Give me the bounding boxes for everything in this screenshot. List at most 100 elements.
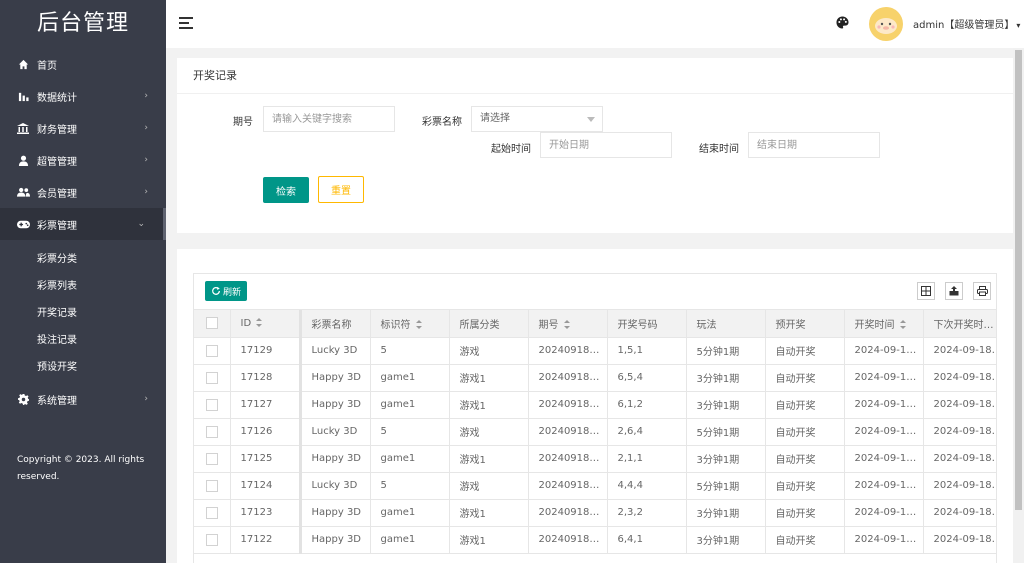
page-scrollbar[interactable] [1013, 48, 1024, 563]
select-all-checkbox[interactable] [205, 317, 218, 330]
chevron-down-icon: ⌄ [137, 219, 145, 229]
export-icon[interactable] [945, 282, 963, 300]
table-cell: 6,1,2 [607, 391, 687, 419]
sidebar-item-home[interactable]: 首页 [0, 48, 166, 80]
row-checkbox[interactable] [205, 398, 218, 411]
row-checkbox-cell [194, 337, 231, 365]
sort-icon[interactable] [415, 320, 423, 330]
copyright-text: Copyright © 2023. All rights reserved. [17, 455, 145, 482]
avatar[interactable] [869, 7, 903, 41]
sidebar-nav: 首页 数据统计 › 财务管理 › 超管管理 › 会员管理 › 彩票管理 ⌄ [0, 48, 166, 240]
sidebar-item-lottery[interactable]: 彩票管理 ⌄ [0, 208, 166, 240]
refresh-button[interactable]: 刷新 [205, 281, 248, 301]
sort-icon[interactable] [563, 320, 571, 330]
sidebar-item-admins[interactable]: 超管管理 › [0, 144, 166, 176]
table-cell: 1,5,1 [607, 337, 687, 365]
table-header-row: ID 彩票名称 标识符 所属分类 期号 开奖号码 玩法 预开奖 开奖时间 下次开… [194, 310, 996, 338]
submenu-item-lottery-list[interactable]: 彩票列表 [0, 271, 166, 298]
chevron-right-icon: › [144, 187, 148, 197]
submenu-item-lottery-category[interactable]: 彩票分类 [0, 244, 166, 271]
search-button[interactable]: 检索 [263, 177, 309, 203]
submenu-item-preset-draw[interactable]: 预设开奖 [0, 352, 166, 379]
sidebar-item-system[interactable]: 系统管理 › [0, 383, 166, 415]
table-row[interactable]: 17126 Lucky 3D 5 游戏 20240918… 2,6,4 5分钟1期 自动开奖 2… [194, 418, 996, 446]
column-header-next-draw-time[interactable]: 下次开奖时… [923, 310, 996, 338]
menu-toggle-icon[interactable] [179, 17, 193, 29]
table-cell: 2024-09-1… [844, 499, 924, 527]
table-row[interactable]: 17128 Happy 3D game1 游戏1 20240918… 6,5,4 3分钟1期… [194, 364, 996, 392]
sidebar-item-label: 超管管理 [37, 156, 77, 168]
table-row[interactable]: 17124 Lucky 3D 5 游戏 20240918… 4,4,4 5分钟1期 自动开奖 2… [194, 472, 996, 500]
submenu-item-draw-records[interactable]: 开奖记录 [0, 298, 166, 325]
row-checkbox[interactable] [205, 425, 218, 438]
sidebar-item-statistics[interactable]: 数据统计 › [0, 80, 166, 112]
row-checkbox[interactable] [205, 344, 218, 357]
period-search-input[interactable] [263, 106, 395, 132]
table-cell: 2024-09-18… [923, 472, 996, 500]
column-header-draw-numbers: 开奖号码 [607, 310, 687, 338]
table-cell: Happy 3D [300, 364, 371, 392]
row-checkbox-cell [194, 526, 231, 554]
table-cell: Happy 3D [300, 391, 371, 419]
table-cell: game1 [370, 445, 450, 473]
table-cell: 自动开奖 [765, 472, 845, 500]
user-menu[interactable]: admin【超级管理员】 ▾ [913, 16, 1020, 31]
table-cell: 20240918… [528, 445, 608, 473]
table-cell: 2024-09-1… [844, 337, 924, 365]
row-checkbox[interactable] [205, 506, 218, 519]
sidebar: 后台管理 首页 数据统计 › 财务管理 › 超管管理 › 会员管理 › 彩票管理… [0, 0, 166, 563]
sidebar-item-members[interactable]: 会员管理 › [0, 176, 166, 208]
chevron-right-icon: › [144, 394, 148, 404]
print-icon[interactable] [973, 282, 991, 300]
table-row[interactable]: 17123 Happy 3D game1 游戏1 20240918… 2,3,2 3分钟1期… [194, 499, 996, 527]
row-checkbox[interactable] [205, 371, 218, 384]
table-cell: Lucky 3D [300, 418, 371, 446]
table-cell: 20240918… [528, 472, 608, 500]
lottery-name-label: 彩票名称 [422, 117, 462, 128]
home-icon [16, 57, 30, 71]
period-label: 期号 [233, 117, 253, 128]
submenu-item-bet-records[interactable]: 投注记录 [0, 325, 166, 352]
column-header-identifier[interactable]: 标识符 [370, 310, 450, 338]
table-row[interactable]: 17122 Happy 3D game1 游戏1 20240918… 6,4,1 3分钟1期… [194, 526, 996, 554]
sort-icon[interactable] [256, 318, 263, 328]
table-cell: 游戏1 [449, 526, 529, 554]
row-checkbox[interactable] [205, 452, 218, 465]
table-cell: 自动开奖 [765, 418, 845, 446]
sidebar-nav-lower: 系统管理 › [0, 383, 166, 415]
table-cell: 17125 [230, 445, 302, 473]
table-row[interactable]: 17125 Happy 3D game1 游戏1 20240918… 2,1,1 3分钟1期… [194, 445, 996, 473]
chevron-right-icon: › [144, 91, 148, 101]
table-cell: 自动开奖 [765, 391, 845, 419]
chevron-right-icon: › [144, 155, 148, 165]
column-header-period[interactable]: 期号 [528, 310, 608, 338]
columns-filter-icon[interactable] [917, 282, 935, 300]
table-row[interactable]: 17129 Lucky 3D 5 游戏 20240918… 1,5,1 5分钟1期 自动开奖 2… [194, 337, 996, 365]
row-checkbox-cell [194, 364, 231, 392]
column-header-draw-time[interactable]: 开奖时间 [844, 310, 924, 338]
row-checkbox[interactable] [205, 479, 218, 492]
table-cell: 3分钟1期 [686, 391, 766, 419]
sort-icon[interactable] [899, 320, 907, 330]
table-cell: 17127 [230, 391, 302, 419]
sidebar-item-finance[interactable]: 财务管理 › [0, 112, 166, 144]
table-cell: 2024-09-1… [844, 445, 924, 473]
reset-button[interactable]: 重置 [318, 176, 364, 203]
sidebar-item-label: 数据统计 [37, 92, 77, 104]
row-checkbox[interactable] [205, 533, 218, 546]
lottery-name-select[interactable]: 请选择 [471, 106, 603, 132]
end-date-input[interactable] [748, 132, 880, 158]
table-cell: 5分钟1期 [686, 472, 766, 500]
table-cell: 2024-09-18… [923, 499, 996, 527]
column-header-id[interactable]: ID [230, 310, 302, 338]
table-cell: 2024-09-1… [844, 418, 924, 446]
table-cell: 游戏1 [449, 445, 529, 473]
table-row[interactable]: 17127 Happy 3D game1 游戏1 20240918… 6,1,2 3分钟1期… [194, 391, 996, 419]
palette-icon[interactable] [836, 16, 849, 29]
scrollbar-thumb[interactable] [1015, 50, 1022, 510]
table-cell: 2024-09-18… [923, 418, 996, 446]
select-value: 请选择 [480, 113, 510, 124]
table-cell: 2024-09-18… [923, 445, 996, 473]
start-date-input[interactable] [540, 132, 672, 158]
top-header: admin【超级管理员】 ▾ [166, 0, 1024, 48]
